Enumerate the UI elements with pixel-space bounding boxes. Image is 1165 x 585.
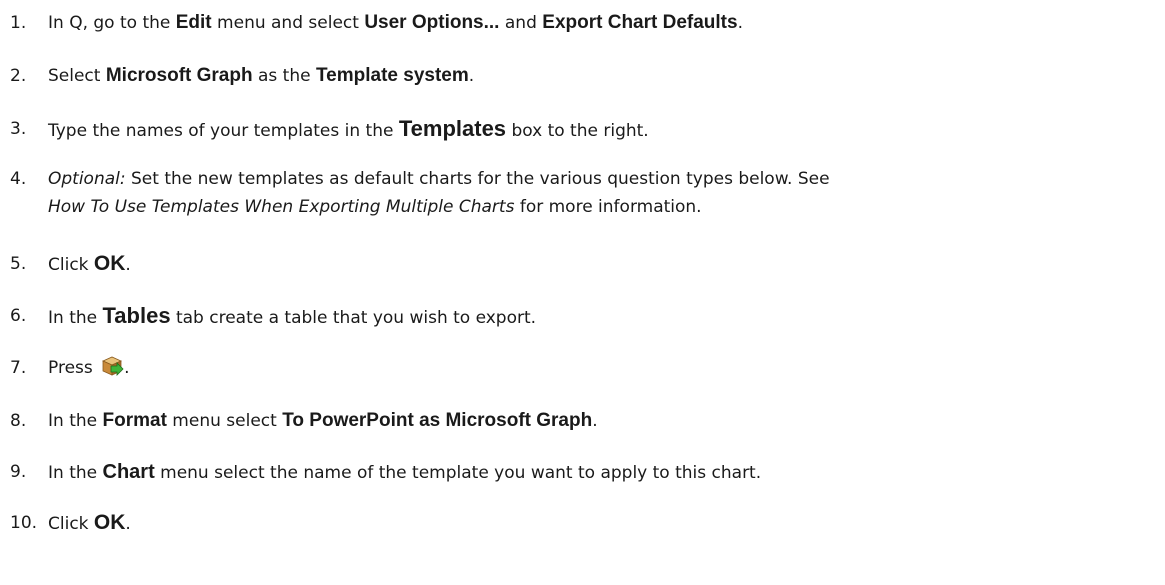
step-text-part: Click — [48, 255, 94, 275]
step-text-part: . — [125, 514, 131, 534]
step-5: 5. Click OK. — [10, 250, 1160, 279]
step-6: 6. In the Tables tab create a table that… — [10, 302, 1160, 332]
step-text-part: Click — [48, 514, 94, 534]
step-3: 3. Type the names of your templates in t… — [10, 115, 1160, 145]
step-text: Click OK. — [48, 509, 1160, 538]
menu-item-name: Export Chart Defaults — [542, 12, 738, 33]
step-2: 2. Select Microsoft Graph as the Templat… — [10, 62, 1160, 90]
step-number: 5. — [10, 254, 27, 274]
step-4: 4. Optional: Set the new templates as de… — [10, 165, 1160, 221]
step-text-part: as the — [252, 66, 316, 86]
step-10: 10. Click OK. — [10, 509, 1160, 538]
step-text-part: menu select — [166, 411, 283, 431]
menu-name: Format — [102, 410, 167, 431]
step-number: 10. — [10, 513, 38, 533]
step-text: In Q, go to the Edit menu and select Use… — [48, 9, 1160, 37]
step-number: 4. — [10, 169, 27, 189]
optional-label: Optional: — [48, 169, 126, 189]
step-9: 9. In the Chart menu select the name of … — [10, 458, 1160, 487]
tab-name: Tables — [102, 303, 171, 328]
step-number: 2. — [10, 66, 27, 86]
step-7: 7. Press . — [10, 354, 1160, 382]
setting-name: Templates — [398, 116, 507, 141]
step-text-part: . — [124, 358, 130, 378]
step-text-part: Press — [48, 358, 99, 378]
export-package-icon — [100, 354, 124, 378]
step-text: In the Format menu select To PowerPoint … — [48, 407, 1160, 435]
step-number: 9. — [10, 462, 27, 482]
step-text-part: . — [737, 13, 743, 33]
step-text-part: menu and select — [211, 13, 365, 33]
step-1: 1. In Q, go to the Edit menu and select … — [10, 9, 1160, 37]
step-number: 6. — [10, 306, 27, 326]
step-text: Press . — [48, 354, 1160, 382]
step-text-part: Type the names of your templates in the — [48, 121, 399, 141]
step-text: Click OK. — [48, 250, 1160, 279]
step-8: 8. In the Format menu select To PowerPoi… — [10, 407, 1160, 435]
option-name: Microsoft Graph — [105, 65, 253, 86]
step-text-part: tab create a table that you wish to expo… — [170, 308, 537, 328]
step-text-part: and — [499, 13, 543, 33]
menu-item-name: To PowerPoint as Microsoft Graph — [282, 410, 593, 431]
step-text-part: . — [468, 66, 475, 86]
step-text: Select Microsoft Graph as the Template s… — [48, 62, 1160, 90]
step-text-part: In the — [48, 463, 103, 483]
menu-item-name: User Options... — [364, 12, 500, 33]
step-text-part: . — [125, 255, 131, 275]
setting-name: Template system — [315, 65, 469, 86]
step-text: Type the names of your templates in the … — [48, 115, 1160, 145]
step-text: In the Chart menu select the name of the… — [48, 458, 1160, 487]
step-text-part: . — [592, 411, 598, 431]
step-text-part: In Q, go to the — [48, 13, 176, 33]
step-text-part: for more information. — [514, 197, 702, 217]
step-text-part: In the — [48, 411, 103, 431]
step-text: Optional: Set the new templates as defau… — [48, 165, 1160, 221]
reference-title: How To Use Templates When Exporting Mult… — [48, 197, 515, 217]
step-text-part: In the — [48, 308, 103, 328]
step-number: 1. — [10, 13, 27, 33]
step-text-part: Set the new templates as default charts … — [125, 169, 830, 189]
menu-name: Edit — [175, 12, 212, 33]
step-number: 3. — [10, 119, 27, 139]
button-name: OK — [93, 511, 126, 534]
step-text-part: Select — [48, 66, 106, 86]
button-name: OK — [93, 252, 126, 275]
step-number: 8. — [10, 411, 27, 431]
menu-name: Chart — [102, 461, 155, 483]
step-text-part: menu select the name of the template you… — [154, 463, 762, 483]
step-text: In the Tables tab create a table that yo… — [48, 302, 1160, 332]
step-number: 7. — [10, 358, 27, 378]
step-text-part: box to the right. — [506, 121, 649, 141]
